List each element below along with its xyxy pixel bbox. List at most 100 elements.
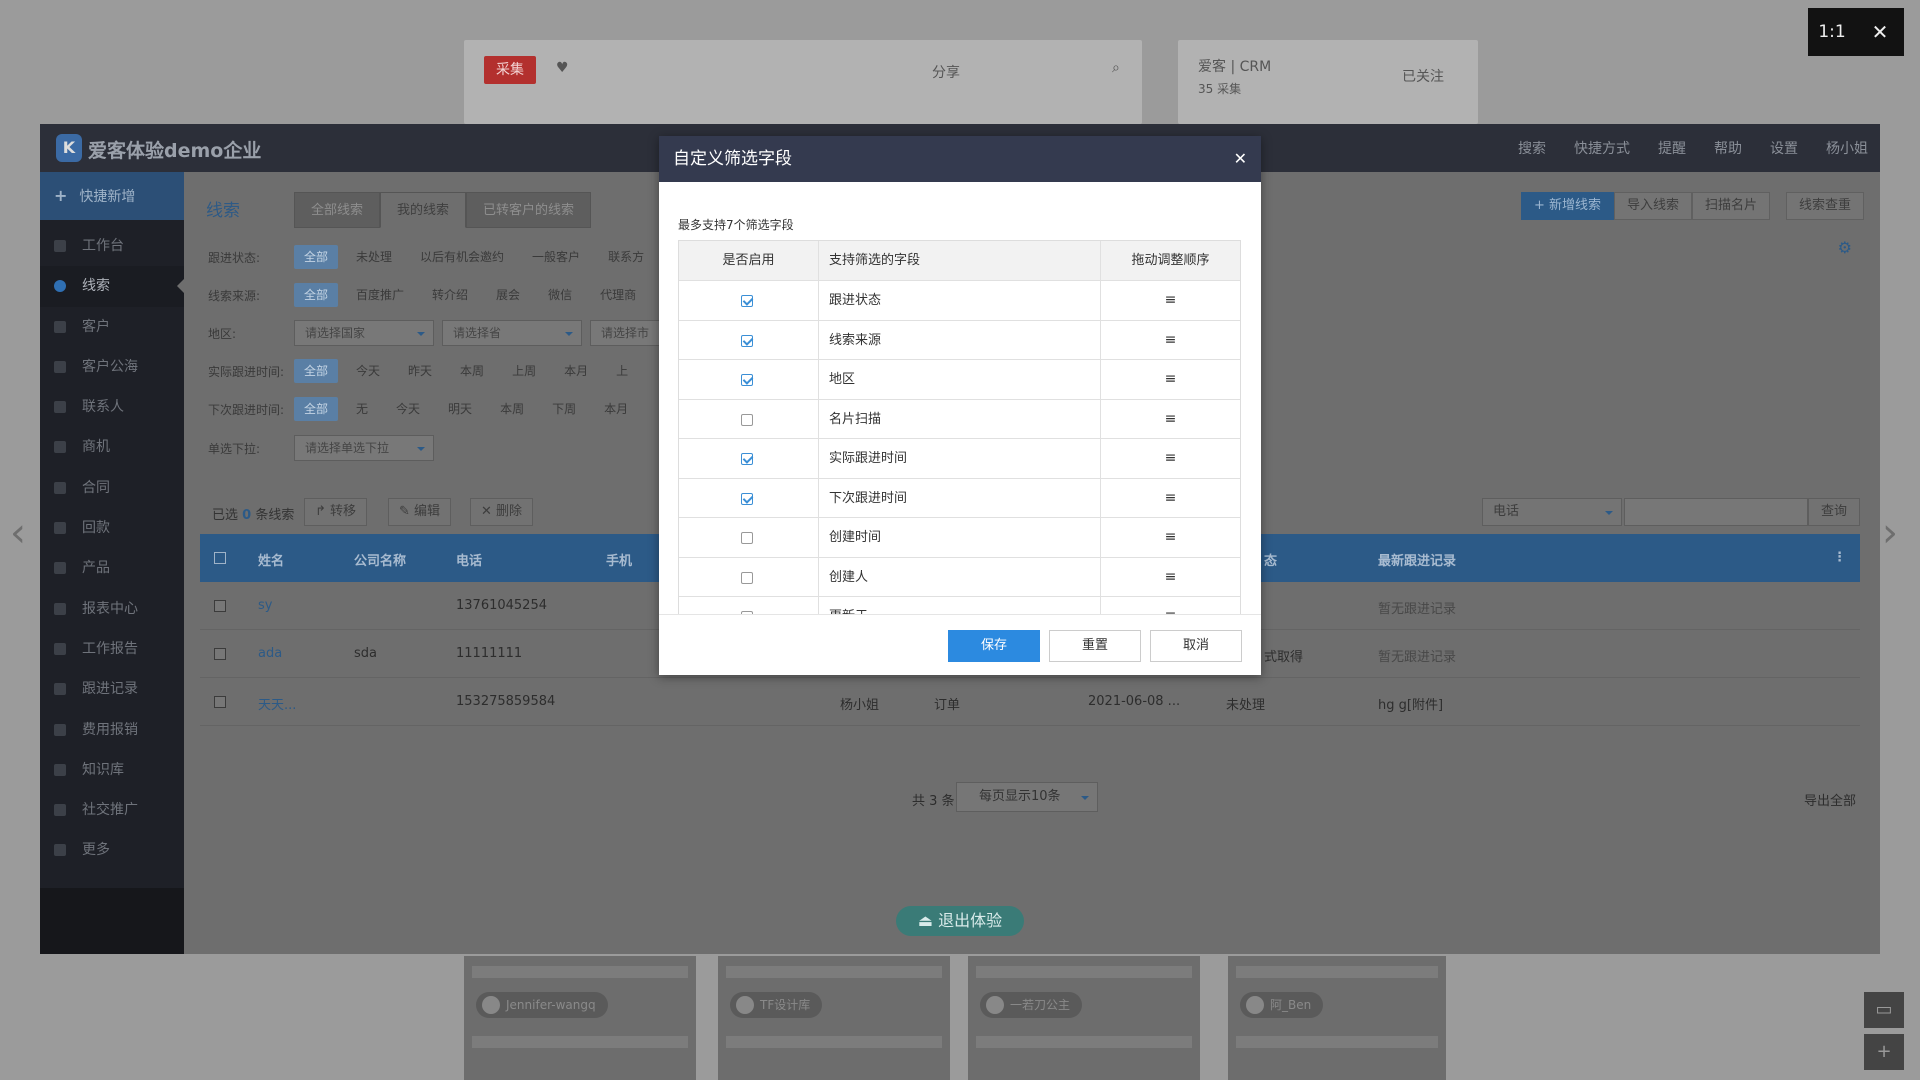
filter-option[interactable]: 本月 bbox=[554, 359, 598, 383]
filter-option[interactable]: 百度推广 bbox=[346, 283, 414, 307]
row-name[interactable]: sy bbox=[258, 598, 272, 613]
user-menu[interactable]: 杨小姐 bbox=[1826, 138, 1868, 158]
edit-button[interactable]: ✎ 编辑 bbox=[388, 498, 452, 526]
scan-card-button[interactable]: 扫描名片 bbox=[1691, 192, 1770, 220]
filter-option[interactable]: 以后有机会邀约 bbox=[410, 245, 514, 269]
sidebar-item-customer-pool[interactable]: 客户公海 bbox=[40, 347, 184, 387]
sidebar-item-more[interactable]: 更多 bbox=[40, 830, 184, 870]
sidebar-item-social[interactable]: 社交推广 bbox=[40, 790, 184, 830]
filter-option[interactable]: 未处理 bbox=[346, 245, 402, 269]
field-row[interactable]: 创建时间 ≡ bbox=[679, 518, 1240, 558]
drag-handle-icon[interactable]: ≡ bbox=[1101, 439, 1240, 478]
drag-handle-icon[interactable]: ≡ bbox=[1101, 321, 1240, 360]
column-header-phone[interactable]: 电话 bbox=[456, 550, 482, 569]
heart-icon[interactable]: ♥ bbox=[556, 60, 569, 76]
import-clues-button[interactable]: 导入线索 bbox=[1613, 192, 1692, 220]
sidebar-item-clues[interactable]: 线索 bbox=[40, 266, 184, 307]
thumbnail[interactable]: TF设计库 bbox=[718, 956, 950, 1080]
sidebar-item-expenses[interactable]: 费用报销 bbox=[40, 710, 184, 750]
tab-my-clues[interactable]: 我的线索 bbox=[380, 192, 467, 228]
close-icon[interactable]: ✕ bbox=[1856, 8, 1904, 56]
filter-option[interactable]: 联系方 bbox=[598, 245, 654, 269]
field-row[interactable]: 更新于≡ bbox=[679, 597, 1240, 614]
single-select-dropdown[interactable]: 请选择单选下拉 bbox=[294, 435, 434, 461]
thumbnail[interactable]: 一若刀公主 bbox=[968, 956, 1200, 1080]
province-select[interactable]: 请选择省 bbox=[442, 320, 582, 346]
column-menu-icon[interactable]: ⋮ bbox=[1833, 550, 1846, 565]
gear-icon[interactable]: ⚙ bbox=[1838, 238, 1852, 257]
reset-button[interactable]: 重置 bbox=[1049, 630, 1141, 662]
close-icon[interactable]: ✕ bbox=[1234, 136, 1247, 182]
filter-option[interactable]: 上 bbox=[606, 359, 638, 383]
field-row[interactable]: 名片扫描 ≡ bbox=[679, 399, 1240, 439]
field-checkbox[interactable] bbox=[741, 413, 753, 426]
sidebar-item-dashboard[interactable]: 工作台 bbox=[40, 226, 184, 266]
field-row[interactable]: 创建人 ≡ bbox=[679, 557, 1240, 597]
search-link[interactable]: 搜索 bbox=[1518, 138, 1546, 158]
followed-button[interactable]: 已关注 bbox=[1402, 66, 1444, 86]
sidebar-item-products[interactable]: 产品 bbox=[40, 548, 184, 588]
sidebar-item-customers[interactable]: 客户 bbox=[40, 307, 184, 347]
sidebar-item-followups[interactable]: 跟进记录 bbox=[40, 669, 184, 709]
column-header-company[interactable]: 公司名称 bbox=[354, 550, 406, 569]
dedupe-button[interactable]: 线索查重 bbox=[1785, 192, 1864, 220]
query-input[interactable] bbox=[1624, 498, 1808, 526]
save-button[interactable]: 保存 bbox=[948, 630, 1040, 662]
field-row[interactable]: 实际跟进时间 ≡ bbox=[679, 439, 1240, 479]
transfer-button[interactable]: ↱ 转移 bbox=[304, 498, 368, 526]
filter-option[interactable]: 全部 bbox=[294, 397, 339, 421]
page-size-select[interactable]: 每页显示10条 bbox=[956, 782, 1098, 812]
field-row[interactable]: 线索来源 ≡ bbox=[679, 320, 1240, 360]
share-label[interactable]: 分享 bbox=[932, 62, 960, 82]
filter-option[interactable]: 无 bbox=[346, 397, 378, 421]
next-arrow-icon[interactable]: › bbox=[1882, 510, 1898, 556]
thumbnail[interactable]: 阿_Ben bbox=[1228, 956, 1446, 1080]
column-header-name[interactable]: 姓名 bbox=[258, 550, 284, 569]
filter-option[interactable]: 上周 bbox=[502, 359, 546, 383]
filter-option[interactable]: 微信 bbox=[538, 283, 582, 307]
cancel-button[interactable]: 取消 bbox=[1150, 630, 1242, 662]
row-checkbox[interactable] bbox=[214, 696, 226, 708]
field-row[interactable]: 地区 ≡ bbox=[679, 360, 1240, 400]
settings-link[interactable]: 设置 bbox=[1770, 138, 1798, 158]
field-checkbox[interactable] bbox=[741, 334, 753, 347]
delete-button[interactable]: ✕ 删除 bbox=[470, 498, 534, 526]
filter-option[interactable]: 今天 bbox=[346, 359, 390, 383]
query-button[interactable]: 查询 bbox=[1808, 498, 1860, 526]
column-header-latest-followup[interactable]: 最新跟进记录 bbox=[1378, 550, 1456, 569]
drag-handle-icon[interactable]: ≡ bbox=[1101, 518, 1240, 557]
exit-demo-button[interactable]: ⏏ 退出体验 bbox=[896, 906, 1024, 936]
filter-option[interactable]: 展会 bbox=[486, 283, 530, 307]
field-checkbox[interactable] bbox=[741, 571, 753, 584]
sidebar-item-contracts[interactable]: 合同 bbox=[40, 468, 184, 508]
thumbnail[interactable]: Jennifer-wangq bbox=[464, 956, 696, 1080]
drag-handle-icon[interactable]: ≡ bbox=[1101, 479, 1240, 518]
row-name[interactable]: ada bbox=[258, 646, 282, 661]
comment-icon[interactable]: ▭ bbox=[1864, 992, 1904, 1028]
field-checkbox[interactable] bbox=[741, 532, 753, 544]
sidebar-item-work-reports[interactable]: 工作报告 bbox=[40, 629, 184, 669]
field-checkbox[interactable] bbox=[741, 453, 753, 465]
sidebar-item-reports[interactable]: 报表中心 bbox=[40, 589, 184, 629]
ratio-button[interactable]: 1:1 bbox=[1808, 8, 1856, 56]
column-header-mobile[interactable]: 手机 bbox=[606, 550, 632, 569]
filter-option[interactable]: 全部 bbox=[294, 283, 339, 307]
field-checkbox[interactable] bbox=[741, 492, 753, 505]
row-name[interactable]: 天天... bbox=[258, 694, 296, 713]
field-checkbox[interactable] bbox=[741, 374, 753, 386]
new-clue-button[interactable]: + 新增线索 bbox=[1520, 192, 1614, 220]
filter-option[interactable]: 全部 bbox=[294, 245, 339, 269]
collect-button[interactable]: 采集 bbox=[484, 56, 536, 84]
help-menu[interactable]: 帮助 bbox=[1714, 138, 1742, 158]
tab-all-clues[interactable]: 全部线索 bbox=[294, 192, 381, 228]
filter-option[interactable]: 一般客户 bbox=[522, 245, 590, 269]
prev-arrow-icon[interactable]: ‹ bbox=[10, 510, 26, 556]
row-checkbox[interactable] bbox=[214, 600, 226, 612]
filter-option[interactable]: 本月 bbox=[594, 397, 638, 421]
field-row[interactable]: 跟进状态 ≡ bbox=[679, 281, 1240, 321]
plus-icon[interactable]: + bbox=[1864, 1034, 1904, 1070]
filter-option[interactable]: 代理商 bbox=[590, 283, 646, 307]
filter-option[interactable]: 下周 bbox=[542, 397, 586, 421]
filter-option[interactable]: 今天 bbox=[386, 397, 430, 421]
drag-handle-icon[interactable]: ≡ bbox=[1101, 400, 1240, 439]
